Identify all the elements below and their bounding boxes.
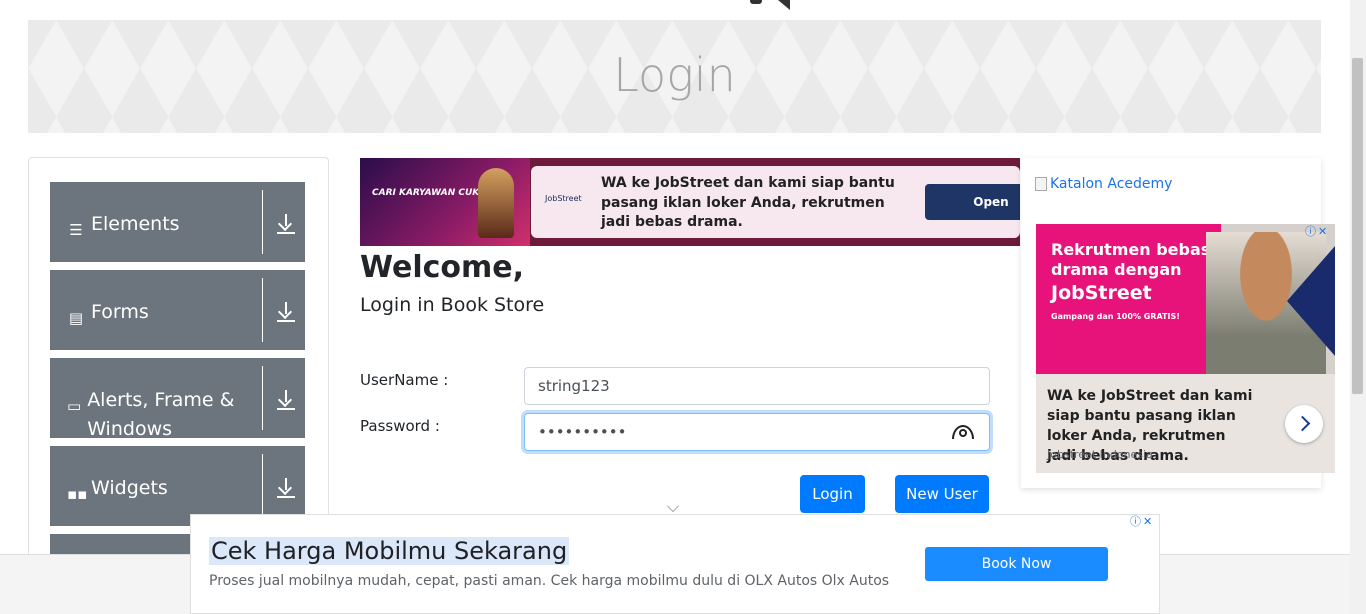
ad-description: Proses jual mobilnya mudah, cepat, pasti… — [209, 573, 890, 589]
username-input[interactable]: string123 — [524, 367, 990, 405]
username-label: UserName : — [360, 371, 449, 389]
ad-person-image — [478, 168, 514, 238]
ad-tagline: Gampang dan 100% GRATIS! — [1051, 312, 1180, 321]
page-title: Login — [613, 48, 736, 102]
sidebar-group-forms[interactable]: ▤ Forms — [50, 270, 305, 350]
download-icon — [277, 476, 295, 498]
scrollbar[interactable] — [1350, 0, 1366, 614]
download-icon — [277, 212, 295, 234]
download-icon — [277, 388, 295, 410]
chevron-right-icon[interactable] — [1285, 405, 1323, 443]
password-input[interactable]: •••••••••• — [524, 413, 990, 451]
sidebar-group-label: Alerts, Frame & Windows — [87, 389, 235, 440]
page-header: Login — [28, 20, 1321, 133]
ad-artwork: CARI KARYAWAN CUKUP — [360, 158, 530, 246]
eye-icon[interactable] — [952, 425, 974, 439]
sidebar-group-label: Widgets — [91, 477, 168, 499]
sidebar-group-label: Elements — [91, 213, 180, 235]
password-label: Password : — [360, 417, 440, 435]
top-banner-ad[interactable]: CARI KARYAWAN CUKUP JobStreet WA ke JobS… — [360, 158, 1020, 246]
welcome-heading: Welcome, — [360, 250, 525, 285]
document-icon: ▤ — [68, 309, 84, 327]
chevron-down-icon[interactable] — [667, 500, 679, 512]
window-icon: ▭ — [67, 397, 82, 415]
download-icon — [277, 300, 295, 322]
divider — [262, 366, 263, 430]
divider — [262, 454, 263, 518]
book-now-button[interactable]: Book Now — [925, 547, 1108, 581]
broken-image-icon — [1035, 177, 1047, 191]
login-subtitle: Login in Book Store — [360, 294, 545, 316]
sidebar-group-elements[interactable]: ☰ Elements — [50, 182, 305, 262]
ad-text: WA ke JobStreet dan kami siap bantu pasa… — [601, 175, 895, 230]
sidebar-group-label: Forms — [91, 301, 149, 323]
sidebar-group-alerts[interactable]: ▭ Alerts, Frame & Windows — [50, 358, 305, 440]
site-logo[interactable] — [750, 0, 790, 12]
password-value: •••••••••• — [538, 423, 627, 441]
ad-decoration — [1287, 246, 1335, 356]
katalon-alt-text: Katalon Acedemy — [1050, 176, 1173, 192]
ad-card: JobStreet WA ke JobStreet dan kami siap … — [531, 166, 1020, 238]
katalon-image-link[interactable]: Katalon Acedemy — [1035, 176, 1172, 192]
scrollbar-thumb[interactable] — [1352, 58, 1363, 394]
divider — [262, 278, 263, 342]
jobstreet-logo: JobStreet — [545, 194, 582, 203]
new-user-button[interactable]: New User — [895, 475, 989, 513]
adchoices-icon[interactable]: ⓘ✕ — [1305, 225, 1333, 239]
ad-title[interactable]: Cek Harga Mobilmu Sekarang — [209, 537, 570, 565]
hamburger-icon: ☰ — [69, 221, 83, 239]
ad-open-button[interactable]: Open — [925, 184, 1020, 220]
ad-source: Jobstreet Indonesia — [1047, 448, 1153, 461]
adchoices-icon[interactable]: ⓘ✕ — [1130, 515, 1158, 529]
ad-headline: Rekrutmen bebas drama dengan — [1051, 240, 1211, 279]
ad-promo-text: CARI KARYAWAN CUKUP — [372, 188, 493, 198]
jobstreet-logo: JobStreet — [1051, 282, 1152, 304]
bottom-ad[interactable]: Cek Harga Mobilmu Sekarang Proses jual m… — [190, 514, 1160, 614]
login-button[interactable]: Login — [800, 475, 865, 513]
widgets-grid-icon: ▪▪ — [67, 485, 88, 503]
divider — [262, 190, 263, 254]
side-ad[interactable]: Rekrutmen bebas drama dengan JobStreet G… — [1036, 224, 1335, 473]
